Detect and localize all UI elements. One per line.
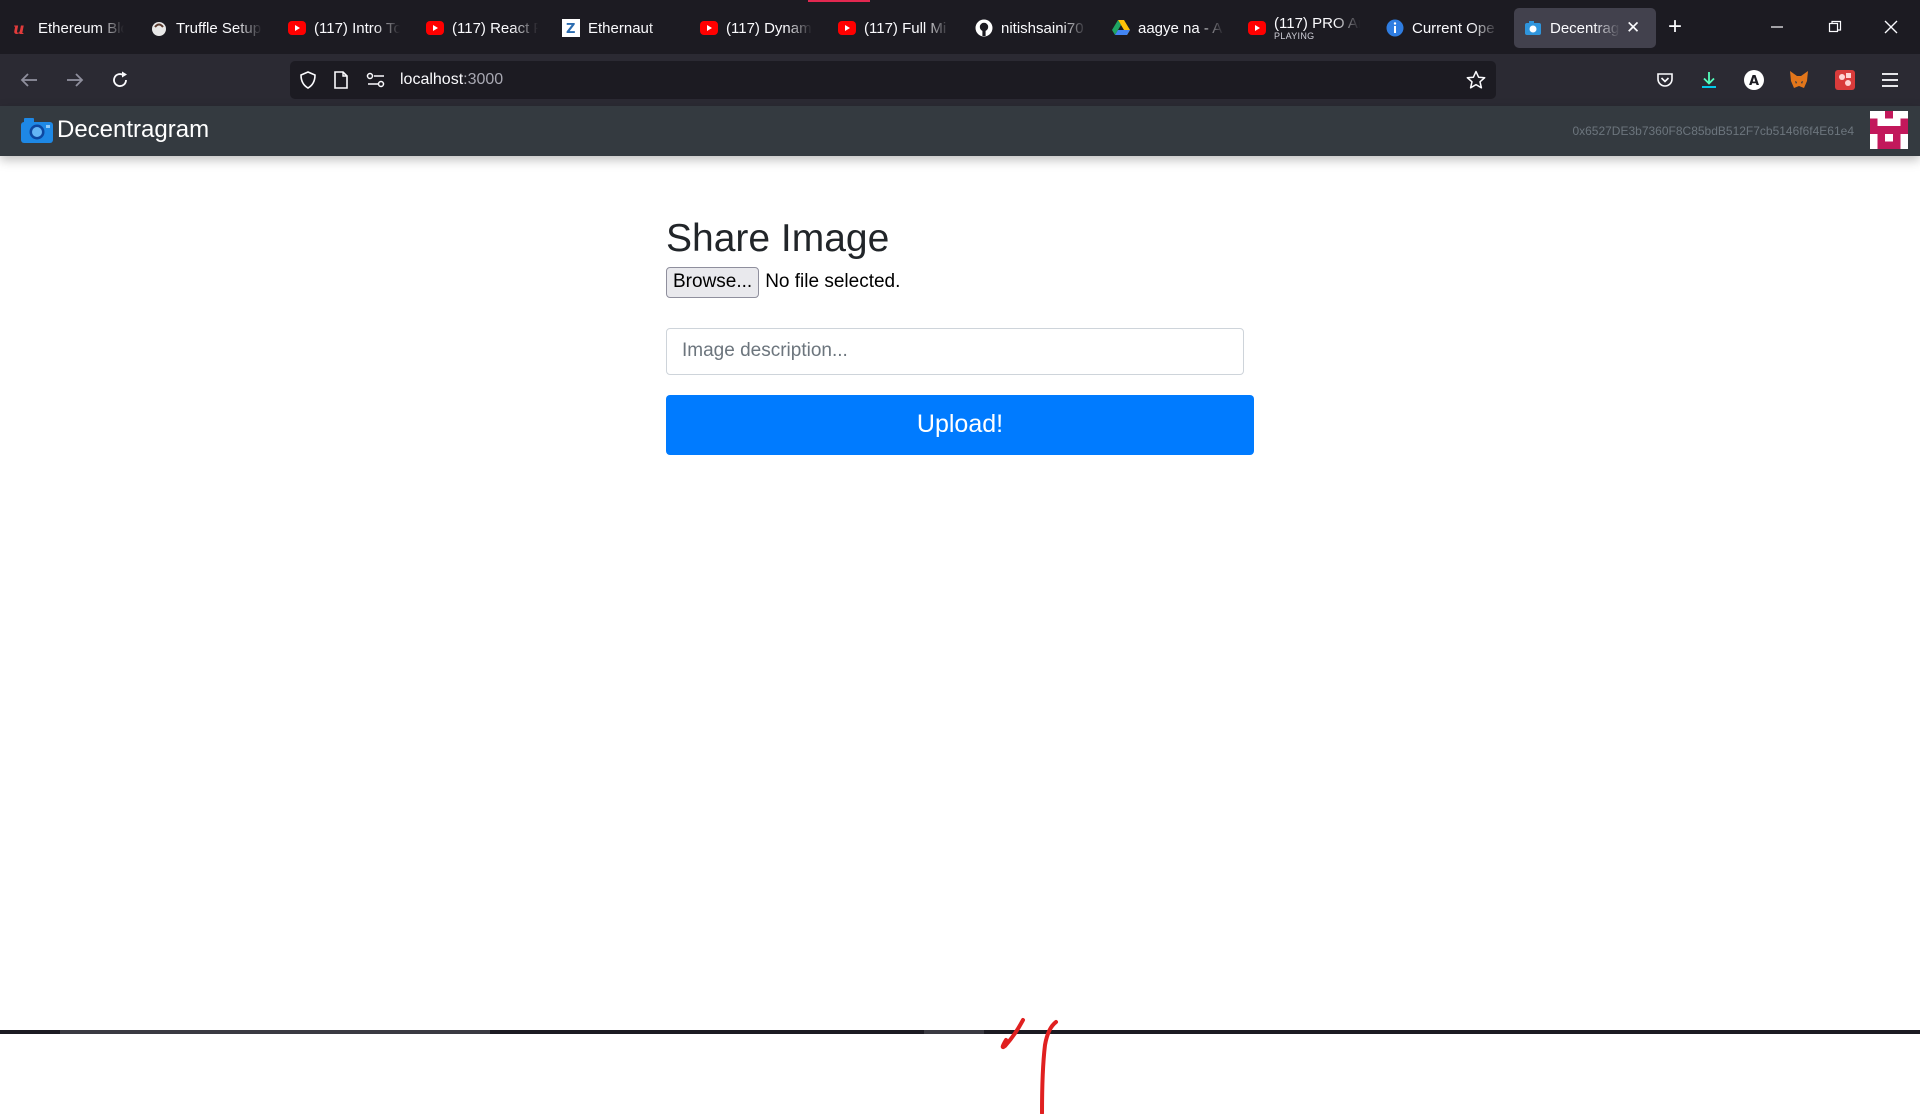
tab-full-mini[interactable]: (117) Full Mi <box>838 8 950 48</box>
tab-intro-to[interactable]: (117) Intro To <box>288 8 400 48</box>
brand-link[interactable]: Decentragram <box>20 116 209 144</box>
account-avatar-icon[interactable]: A <box>1741 67 1767 93</box>
github-icon <box>975 19 993 37</box>
svg-text:Z: Z <box>566 22 575 37</box>
bottom-divider <box>0 1030 1920 1034</box>
youtube-icon <box>1248 19 1266 37</box>
youtube-icon <box>288 19 306 37</box>
tab-title: Ethernaut <box>588 19 674 37</box>
brand-name: Decentragram <box>57 116 210 143</box>
svg-text:u: u <box>13 19 25 37</box>
tab-decentragram[interactable]: Decentrag ✕ <box>1514 8 1656 48</box>
url-bar[interactable]: localhost:3000 <box>290 61 1496 99</box>
ethernaut-icon: Z <box>562 19 580 37</box>
downloads-icon[interactable] <box>1696 67 1722 93</box>
svg-text:A: A <box>1749 74 1759 89</box>
tab-title: Truffle Setup <box>176 19 262 37</box>
app-navbar: Decentragram 0x6527DE3b7360F8C85bdB512F7… <box>0 106 1920 156</box>
browser-toolbar: localhost:3000 A <box>0 54 1920 106</box>
tab-github[interactable]: nitishsaini70 <box>975 8 1087 48</box>
google-drive-icon <box>1112 19 1130 37</box>
tab-title: Decentrag <box>1550 19 1620 37</box>
upload-button[interactable]: Upload! <box>666 394 1254 455</box>
account-identicon <box>1870 111 1908 149</box>
youtube-icon <box>838 19 856 37</box>
tab-react[interactable]: (117) React F <box>426 8 538 48</box>
tab-title: nitishsaini70 <box>1001 19 1087 37</box>
close-window-icon[interactable] <box>1878 14 1904 40</box>
close-tab-icon[interactable]: ✕ <box>1626 18 1640 38</box>
tab-playing-label: PLAYING <box>1274 30 1315 41</box>
bookmark-star-icon[interactable] <box>1466 70 1486 95</box>
audio-playing-indicator <box>808 0 870 2</box>
tab-current-openings[interactable]: Current Ope <box>1386 8 1498 48</box>
tab-title: (117) Intro To <box>314 19 400 37</box>
browse-button[interactable]: Browse... <box>666 266 760 298</box>
page-title: Share Image <box>666 217 890 260</box>
decentragram-icon <box>1524 19 1542 37</box>
truffle-icon <box>150 19 168 37</box>
browser-tab-strip: u Ethereum Blo Truffle Setup (117) Intro… <box>0 0 1920 54</box>
camera-icon <box>21 118 53 143</box>
tab-title: (117) PRO Ar <box>1274 15 1360 31</box>
metamask-extension-icon[interactable] <box>1786 67 1812 93</box>
forward-icon[interactable] <box>62 67 88 93</box>
udemy-icon: u <box>12 19 30 37</box>
tab-google-drive[interactable]: aagye na - A <box>1112 8 1224 48</box>
tab-title: (117) React F <box>452 19 538 37</box>
restore-icon[interactable] <box>1822 14 1848 40</box>
page-info-icon[interactable] <box>332 70 350 95</box>
tab-dynamic[interactable]: (117) Dynam <box>700 8 812 48</box>
red-pen-annotation <box>1000 1018 1058 1114</box>
file-input[interactable]: Browse... No file selected. <box>666 266 1254 298</box>
reload-icon[interactable] <box>107 67 133 93</box>
tab-ethernaut[interactable]: Z Ethernaut <box>562 8 674 48</box>
image-description-input[interactable] <box>666 327 1244 375</box>
tab-ethereum-blockchain[interactable]: u Ethereum Blo <box>12 8 124 48</box>
tab-pro-playing[interactable]: (117) PRO Ar PLAYING <box>1248 8 1360 48</box>
info-icon <box>1386 19 1404 37</box>
account-address: 0x6527DE3b7360F8C85bdB512F7cb5146f6f4E61… <box>1572 124 1854 138</box>
youtube-icon <box>700 19 718 37</box>
tab-truffle-setup[interactable]: Truffle Setup <box>150 8 262 48</box>
pocket-icon[interactable] <box>1652 67 1678 93</box>
tab-title: (117) Full Mi <box>864 19 950 37</box>
tab-title: (117) Dynam <box>726 19 812 37</box>
extension-puzzle-icon[interactable] <box>1832 67 1858 93</box>
youtube-icon <box>426 19 444 37</box>
menu-icon[interactable] <box>1877 67 1903 93</box>
tab-title: aagye na - A <box>1138 19 1224 37</box>
url-text[interactable]: localhost:3000 <box>400 71 503 89</box>
back-icon[interactable] <box>16 67 42 93</box>
minimize-icon[interactable] <box>1764 14 1790 40</box>
tracking-shield-icon[interactable] <box>298 70 318 95</box>
new-tab-button[interactable]: + <box>1662 13 1688 40</box>
tab-title: Ethereum Blo <box>38 19 124 37</box>
permissions-icon[interactable] <box>366 71 386 94</box>
share-image-form: Share Image Browse... No file selected. … <box>666 216 1254 455</box>
file-status-text: No file selected. <box>765 271 901 293</box>
tab-title: Current Ope <box>1412 19 1498 37</box>
